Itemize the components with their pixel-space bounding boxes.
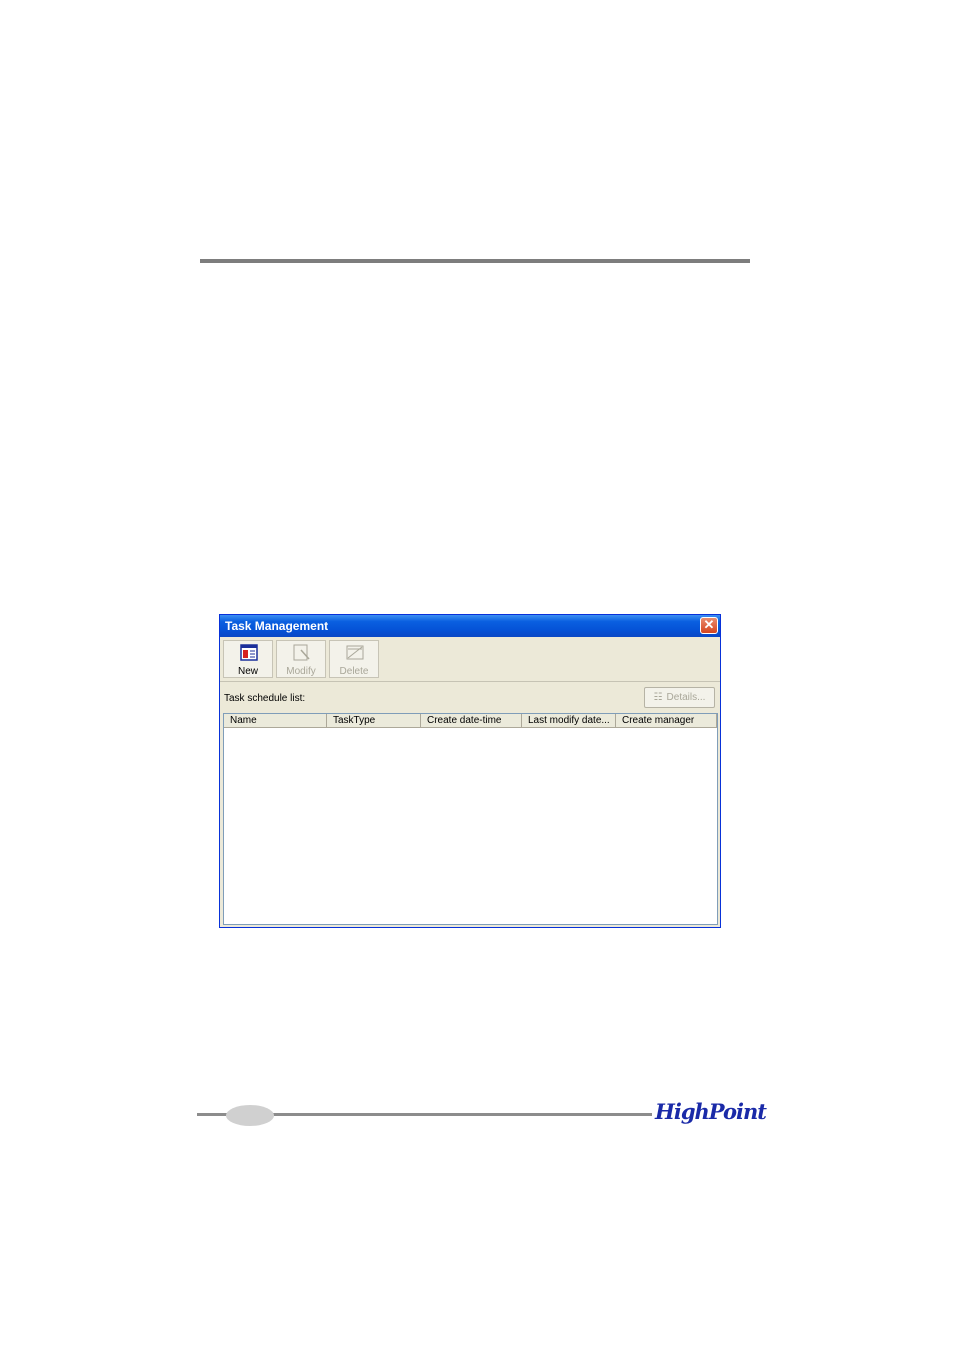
close-button[interactable]: ✕ <box>700 617 718 634</box>
column-header-last-modify-date[interactable]: Last modify date... <box>522 714 616 727</box>
column-header-create-manager[interactable]: Create manager <box>616 714 717 727</box>
column-header-create-date-time[interactable]: Create date-time <box>421 714 522 727</box>
toolbar: New Modify Delete <box>220 637 720 682</box>
modify-button-label: Modify <box>286 666 316 677</box>
details-button-label: Details... <box>666 692 706 703</box>
modify-button[interactable]: Modify <box>276 640 326 678</box>
page-number-oval <box>226 1105 274 1126</box>
modify-task-icon <box>293 644 310 661</box>
title-bar[interactable]: Task Management ✕ <box>220 615 720 637</box>
top-rule <box>200 259 750 263</box>
new-button-label: New <box>237 666 258 677</box>
delete-task-icon <box>346 645 364 660</box>
task-schedule-list[interactable]: Name TaskType Create date-time Last modi… <box>223 713 718 925</box>
delete-button[interactable]: Delete <box>329 640 379 678</box>
column-header-task-type[interactable]: TaskType <box>327 714 421 727</box>
details-button[interactable]: ☷ Details... <box>644 687 715 708</box>
details-icon: ☷ <box>653 692 663 703</box>
new-button[interactable]: New <box>223 640 273 678</box>
column-header-name[interactable]: Name <box>224 714 327 727</box>
delete-button-label: Delete <box>339 666 369 677</box>
new-task-icon <box>240 644 258 661</box>
list-header: Name TaskType Create date-time Last modi… <box>224 714 717 728</box>
task-management-window: Task Management ✕ New Modify Delete Task… <box>219 614 721 928</box>
close-icon: ✕ <box>703 617 715 632</box>
window-title: Task Management <box>225 619 329 633</box>
task-schedule-list-label: Task schedule list: <box>224 693 306 704</box>
highpoint-logo: HighPoint <box>655 1099 767 1124</box>
